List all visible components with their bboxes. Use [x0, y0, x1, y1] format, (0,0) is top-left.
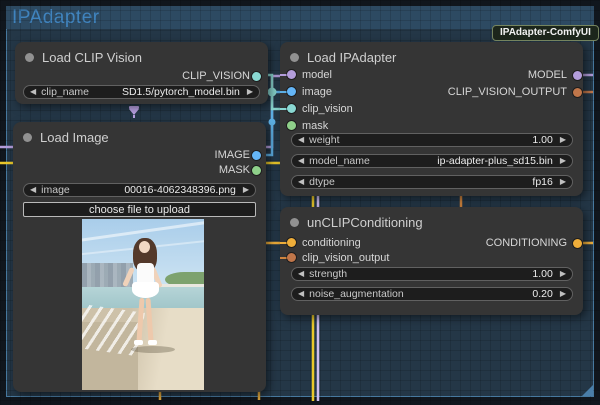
output-label-model: MODEL [527, 69, 567, 81]
widget-name: noise_augmentation [309, 288, 404, 300]
link-dot-clip-vision [267, 87, 277, 97]
collapse-dot-icon[interactable] [290, 53, 299, 62]
image-preview [82, 219, 204, 390]
widget-value: ip-adapter-plus_sd15.bin [437, 155, 553, 167]
widget-name: strength [309, 268, 348, 280]
repo-badge: IPAdapter-ComfyUI [492, 25, 599, 41]
input-slot-image[interactable] [287, 87, 296, 96]
output-slot-clip-vision[interactable] [252, 72, 261, 81]
input-slot-clip-vision-output[interactable] [287, 253, 296, 262]
output-label-conditioning: CONDITIONING [485, 237, 567, 249]
stepper-left-icon[interactable]: ◀ [298, 178, 304, 186]
input-slot-model[interactable] [287, 70, 296, 79]
stepper-right-icon[interactable]: ▶ [247, 88, 253, 96]
widget-strength[interactable]: ◀ strength 1.00 ▶ [291, 267, 573, 281]
node-load-image[interactable]: Load Image IMAGE MASK ◀ image 00016-4062… [13, 122, 266, 392]
stepper-left-icon[interactable]: ◀ [298, 270, 304, 278]
widget-value: 00016-4062348396.png [124, 184, 236, 196]
stepper-right-icon[interactable]: ▶ [243, 186, 249, 194]
link-dot-image [268, 118, 276, 126]
input-slot-conditioning[interactable] [287, 238, 296, 247]
widget-name: clip_name [41, 86, 90, 98]
preview-figure-shoe [134, 340, 144, 346]
widget-name: dtype [309, 176, 335, 188]
widget-value: 1.00 [532, 134, 553, 146]
widget-value: 0.20 [532, 288, 553, 300]
collapse-dot-icon[interactable] [23, 133, 32, 142]
node-load-ipadapter[interactable]: Load IPAdapter model image clip_vision m… [280, 42, 583, 196]
output-slot-image[interactable] [252, 151, 261, 160]
input-slot-mask[interactable] [287, 121, 296, 130]
node-load-clip-vision[interactable]: Load CLIP Vision CLIP_VISION ◀ clip_name… [15, 42, 268, 104]
input-slot-clip-vision[interactable] [287, 104, 296, 113]
stepper-left-icon[interactable]: ◀ [298, 157, 304, 165]
output-slot-mask[interactable] [252, 166, 261, 175]
stepper-right-icon[interactable]: ▶ [560, 290, 566, 298]
widget-name: model_name [309, 155, 370, 167]
preview-figure-shoe [147, 340, 157, 346]
widget-value: SD1.5/pytorch_model.bin [121, 86, 240, 98]
choose-file-button[interactable]: choose file to upload [23, 202, 256, 217]
output-label-mask: MASK [218, 164, 250, 176]
input-label-model: model [302, 69, 332, 81]
stepper-left-icon[interactable]: ◀ [298, 290, 304, 298]
node-title: unCLIPConditioning [307, 215, 423, 230]
collapse-dot-icon[interactable] [290, 218, 299, 227]
collapse-dot-icon[interactable] [25, 53, 34, 62]
input-label-conditioning: conditioning [302, 237, 361, 249]
stepper-left-icon[interactable]: ◀ [30, 186, 36, 194]
node-title: Load Image [40, 130, 109, 145]
output-label-clip-vision-output: CLIP_VISION_OUTPUT [447, 86, 567, 98]
link-arrow-marker [129, 106, 139, 118]
widget-clip-name[interactable]: ◀ clip_name SD1.5/pytorch_model.bin ▶ [23, 85, 260, 99]
node-header[interactable]: Load CLIP Vision [25, 50, 142, 65]
input-label-clip-vision-output: clip_vision_output [302, 252, 390, 264]
node-header[interactable]: Load IPAdapter [290, 50, 396, 65]
input-label-image: image [302, 86, 332, 98]
node-header[interactable]: unCLIPConditioning [290, 215, 423, 230]
node-title: Load CLIP Vision [42, 50, 142, 65]
preview-figure-shadow [130, 345, 175, 353]
output-label-clip-vision: CLIP_VISION [182, 70, 250, 82]
node-unclip-conditioning[interactable]: unCLIPConditioning conditioning clip_vis… [280, 207, 583, 315]
widget-dtype[interactable]: ◀ dtype fp16 ▶ [291, 175, 573, 189]
widget-image-file[interactable]: ◀ image 00016-4062348396.png ▶ [23, 183, 256, 197]
widget-value: fp16 [532, 176, 553, 188]
widget-name: image [41, 184, 70, 196]
output-slot-model[interactable] [573, 71, 582, 80]
stepper-left-icon[interactable]: ◀ [30, 88, 36, 96]
widget-value: 1.00 [532, 268, 553, 280]
comfyui-canvas[interactable]: IPAdapter Load CLIP Vision CLIP_VISION ◀… [0, 0, 600, 405]
link-arrow-tail [133, 115, 135, 118]
node-header[interactable]: Load Image [23, 130, 109, 145]
output-slot-conditioning[interactable] [573, 239, 582, 248]
stepper-right-icon[interactable]: ▶ [560, 157, 566, 165]
widget-model-name[interactable]: ◀ model_name ip-adapter-plus_sd15.bin ▶ [291, 154, 573, 168]
stepper-left-icon[interactable]: ◀ [298, 136, 304, 144]
stepper-right-icon[interactable]: ▶ [560, 270, 566, 278]
widget-weight[interactable]: ◀ weight 1.00 ▶ [291, 133, 573, 147]
input-label-clip-vision: clip_vision [302, 103, 353, 115]
output-slot-clip-vision-output[interactable] [573, 88, 582, 97]
output-label-image: IMAGE [214, 149, 250, 161]
stepper-right-icon[interactable]: ▶ [560, 136, 566, 144]
input-label-mask: mask [302, 120, 329, 132]
widget-name: weight [309, 134, 340, 146]
widget-noise-augmentation[interactable]: ◀ noise_augmentation 0.20 ▶ [291, 287, 573, 301]
node-title: Load IPAdapter [307, 50, 397, 65]
stepper-right-icon[interactable]: ▶ [560, 178, 566, 186]
